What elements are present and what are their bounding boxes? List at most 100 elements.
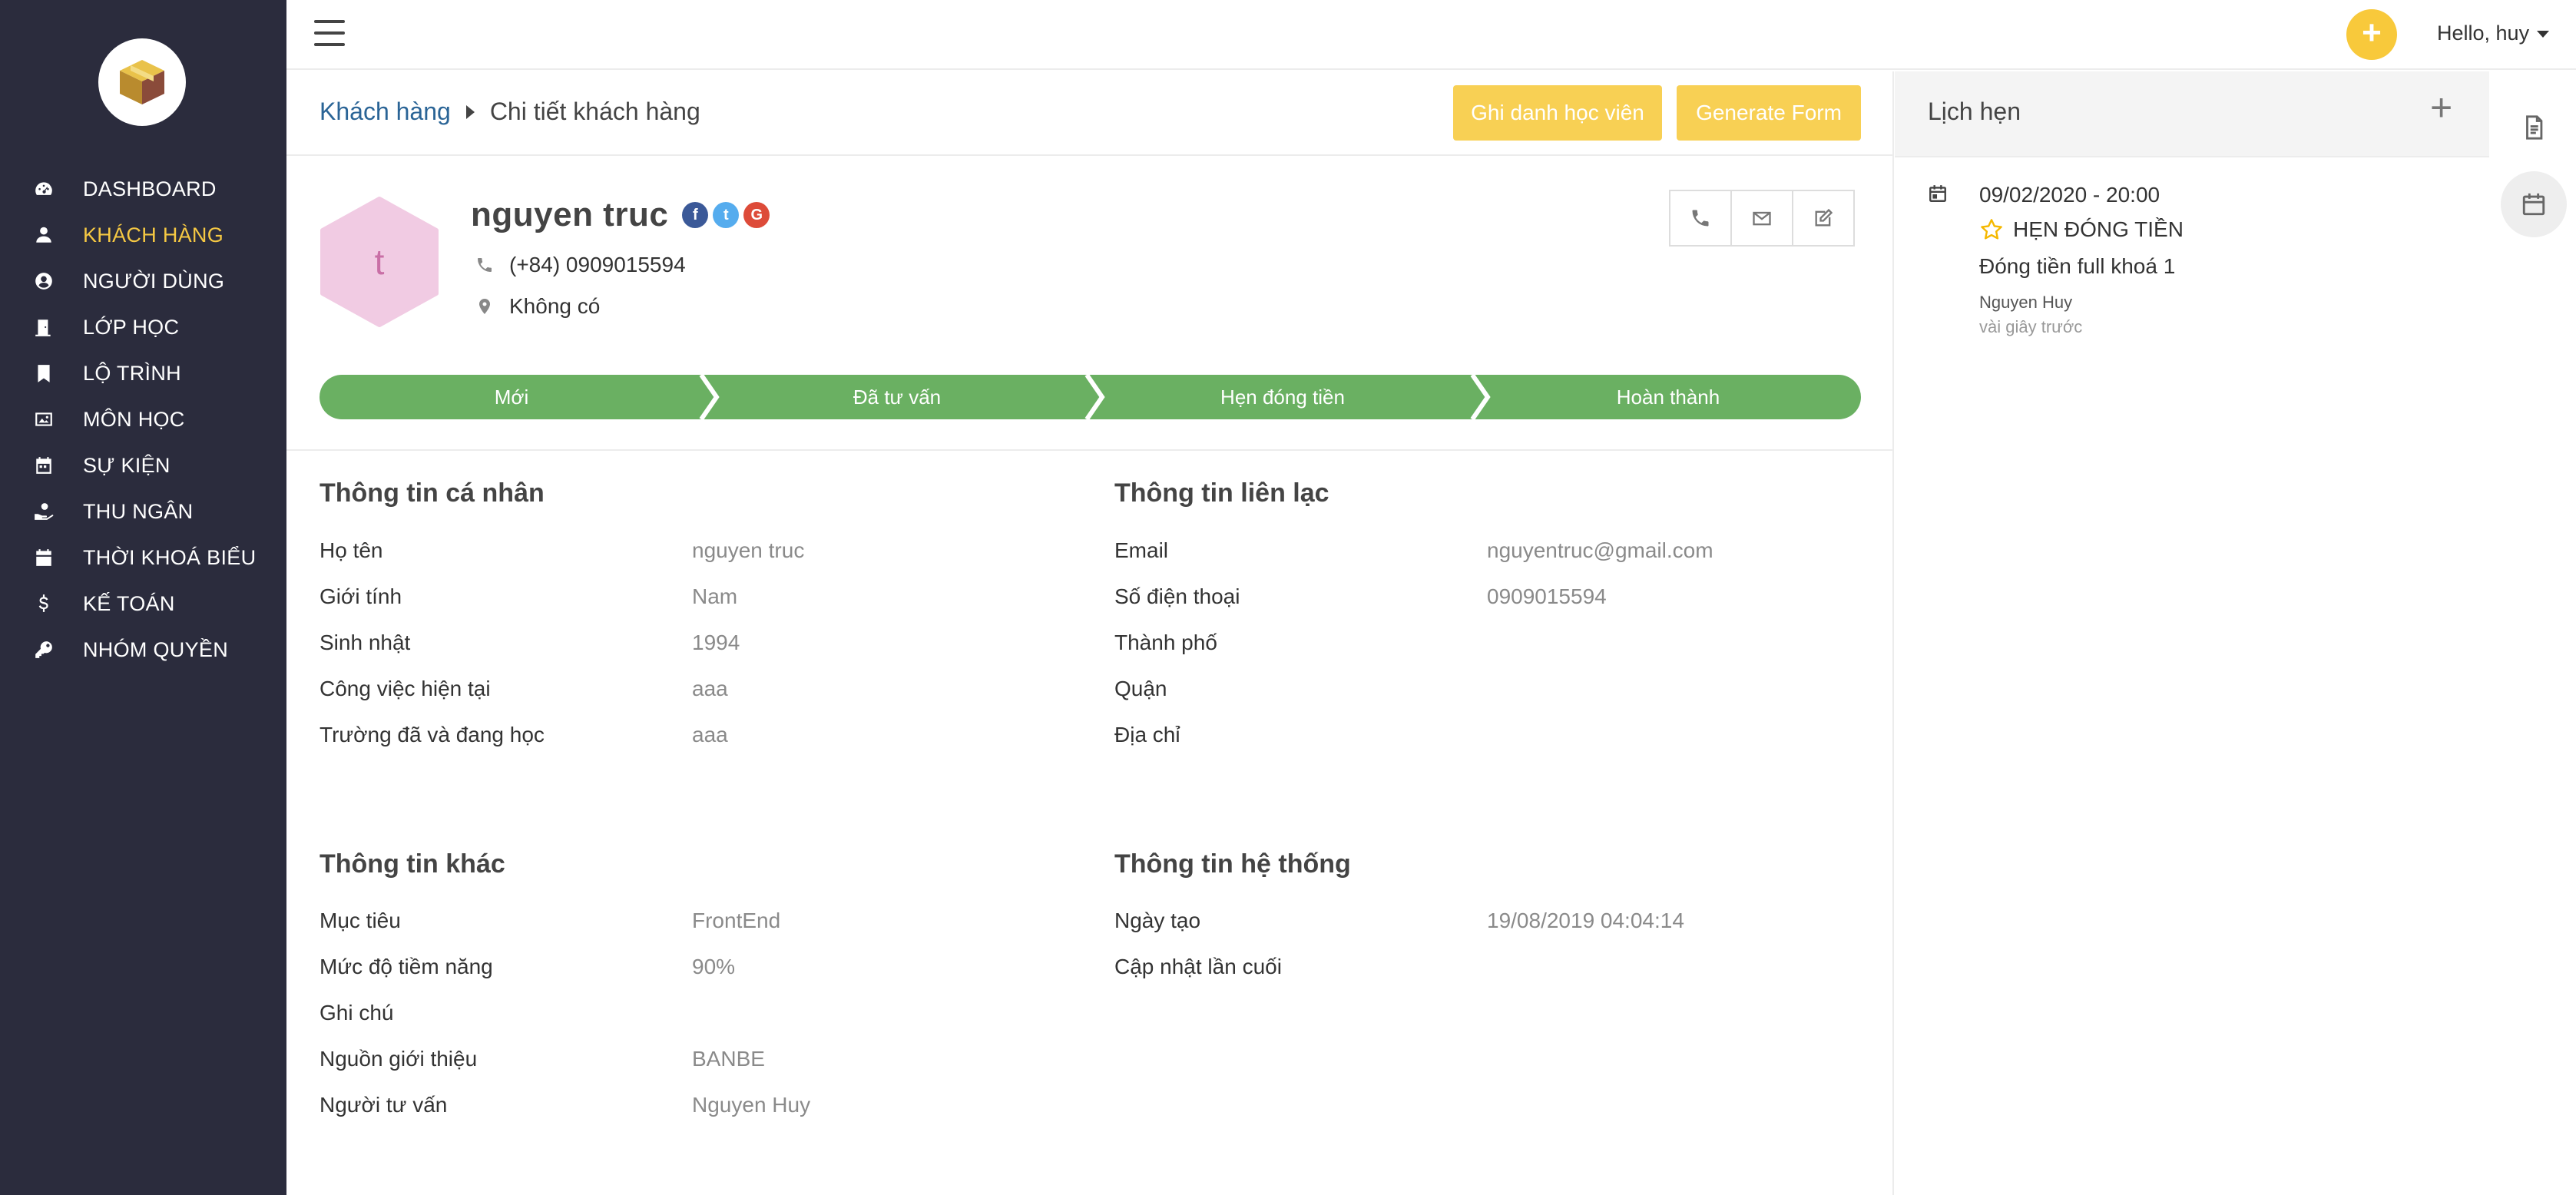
sidebar-item-thu-ngan[interactable]: THU NGÂN <box>0 488 286 535</box>
menu-toggle-icon[interactable] <box>314 20 345 46</box>
user-menu[interactable]: Hello, huy <box>2437 22 2550 45</box>
avatar-letter: t <box>374 242 385 282</box>
bookmark-icon <box>32 362 55 385</box>
field-label: Họ tên <box>320 538 383 562</box>
notes-button[interactable] <box>2501 94 2567 161</box>
document-icon <box>2526 115 2543 140</box>
field-label: Giới tính <box>320 584 402 608</box>
stage-new[interactable]: Mới <box>320 375 704 419</box>
sidebar-nav: DASHBOARD KHÁCH HÀNG NGƯỜI DÙNG LỚP HỌC … <box>0 166 286 673</box>
sidebar-item-thoi-khoa-bieu[interactable]: THỜI KHOÁ BIỂU <box>0 535 286 581</box>
appointment-relative-time: vài giây trước <box>1979 317 2083 336</box>
dashboard-icon <box>32 177 55 200</box>
key-icon <box>32 638 55 661</box>
sidebar-item-khach-hang[interactable]: KHÁCH HÀNG <box>0 212 286 258</box>
sidebar-item-label: THỜI KHOÁ BIỂU <box>83 545 257 569</box>
call-button[interactable] <box>1669 190 1732 247</box>
field-label: Mục tiêu <box>320 909 401 932</box>
sidebar-item-label: KẾ TOÁN <box>83 591 175 615</box>
breadcrumb-current: Chi tiết khách hàng <box>489 98 700 125</box>
door-icon <box>32 316 55 339</box>
sidebar-item-nhom-quyen[interactable]: NHÓM QUYỀN <box>0 627 286 673</box>
topbar: + Hello, huy <box>286 0 2576 70</box>
field-label: Email <box>1114 538 1169 562</box>
sidebar-item-mon-hoc[interactable]: MÔN HỌC <box>0 396 286 442</box>
customer-phone-line: (+84) 0909015594 <box>471 253 686 277</box>
calendar-outline-icon <box>2522 193 2545 216</box>
field-label: Mức độ tiềm năng <box>320 955 493 978</box>
field-value: 90% <box>692 955 736 978</box>
page-header: Khách hàng Chi tiết khách hàng Ghi danh … <box>286 71 1894 156</box>
quick-add-button[interactable]: + <box>2346 9 2397 60</box>
generate-form-button[interactable]: Generate Form <box>1677 85 1861 141</box>
field-value: aaa <box>692 677 728 700</box>
phone-icon <box>471 256 498 274</box>
calendar-icon <box>32 454 55 477</box>
appointment-type: HẸN ĐÓNG TIỀN <box>1979 217 2184 242</box>
field-label: Thành phố <box>1114 631 1217 654</box>
customer-name-line: nguyen truc f t G <box>471 196 770 234</box>
stage-completed[interactable]: Hoàn thành <box>1476 375 1860 419</box>
hand-coin-icon <box>32 500 55 523</box>
avatar: t <box>320 196 439 328</box>
map-marker-icon <box>471 297 498 316</box>
sidebar-item-lop-hoc[interactable]: LỚP HỌC <box>0 304 286 350</box>
field-value: FrontEnd <box>692 909 781 932</box>
twitter-icon[interactable]: t <box>713 202 740 228</box>
main-content: Khách hàng Chi tiết khách hàng Ghi danh … <box>286 71 1894 1195</box>
field-value: nguyentruc@gmail.com <box>1487 538 1713 562</box>
appointments-header: Lịch hẹn + <box>1895 71 2489 157</box>
box-logo-icon <box>120 60 164 104</box>
field-label: Ghi chú <box>320 1001 394 1025</box>
contact-actions <box>1669 190 1855 247</box>
calendar-solid-icon <box>32 546 55 569</box>
field-label: Cập nhật lần cuối <box>1114 955 1282 978</box>
google-icon[interactable]: G <box>743 202 770 228</box>
field-label: Quận <box>1114 677 1167 700</box>
sidebar-item-label: MÔN HỌC <box>83 407 185 431</box>
sidebar-item-label: NHÓM QUYỀN <box>83 637 229 661</box>
field-label: Trường đã và đang học <box>320 723 545 746</box>
sidebar-item-su-kien[interactable]: SỰ KIỆN <box>0 442 286 488</box>
field-value: 0909015594 <box>1487 584 1607 608</box>
status-pipeline: Mới Đã tư vấn Hẹn đóng tiền Hoàn thành <box>320 375 1861 419</box>
field-value: BANBE <box>692 1047 765 1071</box>
sidebar-item-label: SỰ KIỆN <box>83 453 171 477</box>
edit-button[interactable] <box>1792 190 1855 247</box>
sidebar-item-ke-toan[interactable]: KẾ TOÁN <box>0 581 286 627</box>
envelope-icon <box>1753 211 1771 226</box>
stage-payment-appointment[interactable]: Hẹn đóng tiền <box>1091 375 1475 419</box>
phone-outline-icon <box>1692 210 1709 227</box>
appointments-title: Lịch hẹn <box>1928 98 2021 125</box>
field-value: nguyen truc <box>692 538 805 562</box>
appointment-type-label: HẸN ĐÓNG TIỀN <box>2013 217 2184 241</box>
email-button[interactable] <box>1730 190 1793 247</box>
field-value: 19/08/2019 04:04:14 <box>1487 909 1684 932</box>
sidebar-item-lo-trinh[interactable]: LỘ TRÌNH <box>0 350 286 396</box>
sidebar-item-label: THU NGÂN <box>83 499 194 523</box>
personal-info-title: Thông tin cá nhân <box>320 478 545 508</box>
logo[interactable] <box>98 38 186 126</box>
field-label: Sinh nhật <box>320 631 411 654</box>
appointment-description: Đóng tiền full khoá 1 <box>1979 254 2176 278</box>
caret-right-icon <box>465 104 475 119</box>
appointment-datetime[interactable]: 09/02/2020 - 20:00 <box>1979 183 2160 207</box>
field-label: Số điện thoại <box>1114 584 1240 608</box>
breadcrumb: Khách hàng Chi tiết khách hàng <box>320 98 700 126</box>
field-value: 1994 <box>692 631 740 654</box>
sidebar-item-label: LỚP HỌC <box>83 315 180 339</box>
user-icon <box>32 223 55 247</box>
stage-consulted[interactable]: Đã tư vấn <box>705 375 1089 419</box>
appointments-panel: Lịch hẹn + 09/02/2020 - 20:00 HẸN ĐÓNG T… <box>1895 71 2489 1195</box>
field-value: aaa <box>692 723 728 746</box>
enroll-student-button[interactable]: Ghi danh học viên <box>1453 85 1662 141</box>
facebook-icon[interactable]: f <box>682 202 709 228</box>
sidebar-item-nguoi-dung[interactable]: NGƯỜI DÙNG <box>0 258 286 304</box>
calendar-panel-button[interactable] <box>2501 171 2567 237</box>
breadcrumb-link-customers[interactable]: Khách hàng <box>320 98 451 126</box>
field-value: Nguyen Huy <box>692 1093 811 1117</box>
sidebar-item-dashboard[interactable]: DASHBOARD <box>0 166 286 212</box>
calendar-icon <box>1928 184 1951 207</box>
add-appointment-button[interactable]: + <box>2430 88 2452 127</box>
sidebar-item-label: NGƯỜI DÙNG <box>83 269 225 293</box>
